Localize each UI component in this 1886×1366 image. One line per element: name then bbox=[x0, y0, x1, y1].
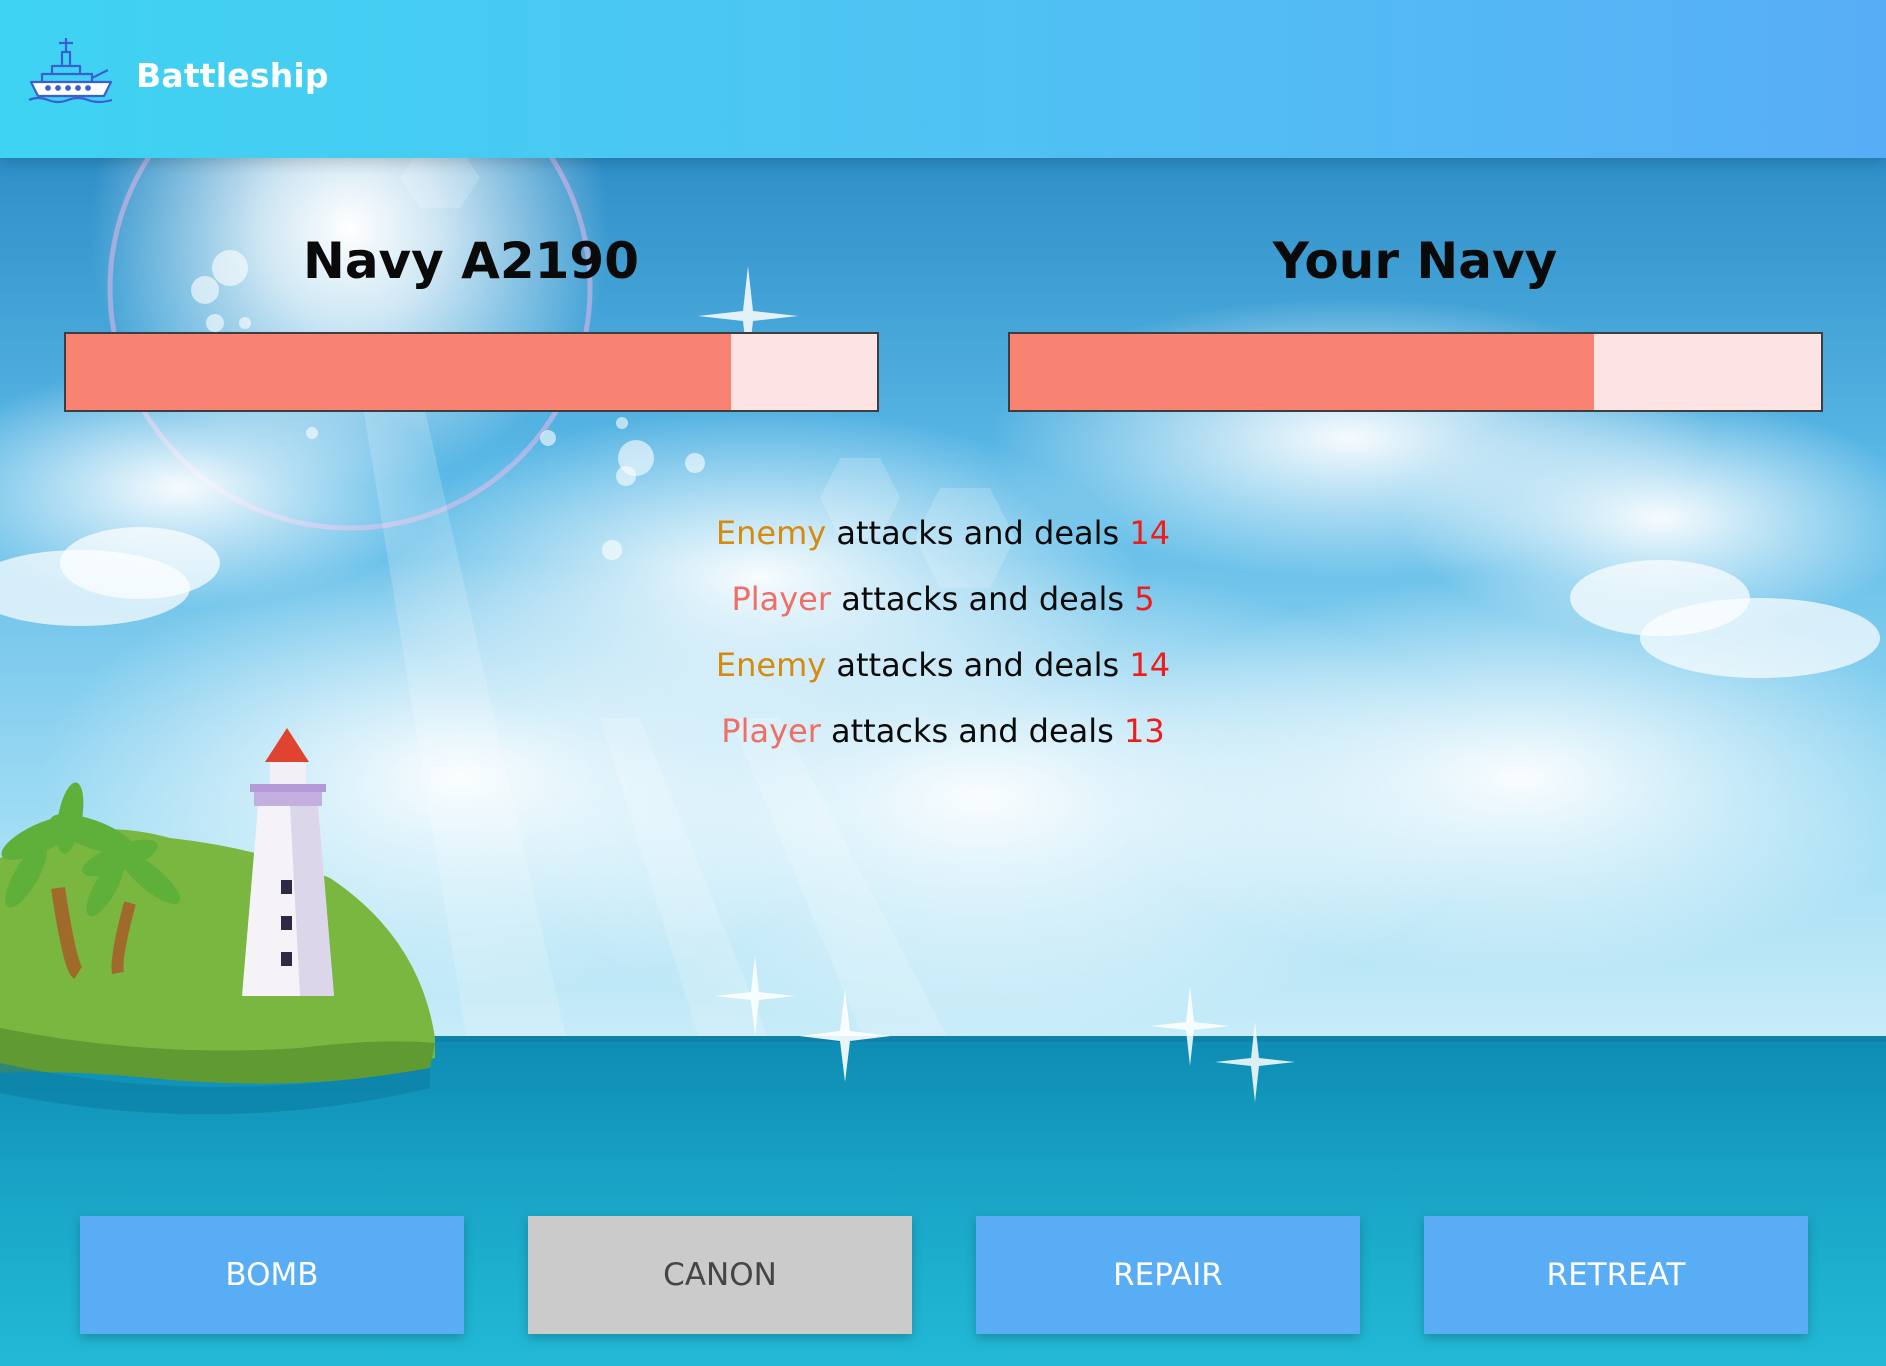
battle-log: Enemy attacks and deals 14 Player attack… bbox=[543, 508, 1343, 772]
log-entry: Player attacks and deals 5 bbox=[543, 574, 1343, 640]
canon-button[interactable]: CANON bbox=[528, 1216, 912, 1334]
log-damage: 13 bbox=[1124, 712, 1165, 750]
retreat-button[interactable]: RETREAT bbox=[1424, 1216, 1808, 1334]
log-actor: Enemy bbox=[715, 514, 827, 552]
player-health-bar bbox=[1008, 332, 1823, 412]
log-entry: Enemy attacks and deals 14 bbox=[543, 508, 1343, 574]
log-damage: 5 bbox=[1134, 580, 1155, 618]
log-entry: Player attacks and deals 13 bbox=[543, 706, 1343, 772]
enemy-navy-name: Navy A2190 bbox=[302, 232, 640, 290]
player-health-fill bbox=[1010, 334, 1594, 410]
player-navy-name: Your Navy bbox=[1272, 232, 1558, 290]
log-text: attacks and deals bbox=[820, 712, 1125, 750]
log-damage: 14 bbox=[1129, 646, 1171, 684]
app-header: Battleship bbox=[0, 0, 1886, 158]
log-actor: Player bbox=[721, 712, 821, 750]
log-text: attacks and deals bbox=[826, 646, 1130, 684]
battleship-icon bbox=[28, 38, 113, 104]
log-damage: 14 bbox=[1129, 514, 1171, 552]
bomb-button[interactable]: BOMB bbox=[80, 1216, 464, 1334]
app-title: Battleship bbox=[136, 56, 329, 95]
log-text: attacks and deals bbox=[831, 580, 1135, 618]
log-actor: Player bbox=[731, 580, 832, 618]
enemy-health-fill bbox=[66, 334, 732, 410]
repair-button[interactable]: REPAIR bbox=[976, 1216, 1360, 1334]
log-actor: Enemy bbox=[715, 646, 827, 684]
log-entry: Enemy attacks and deals 14 bbox=[543, 640, 1343, 706]
log-text: attacks and deals bbox=[826, 514, 1130, 552]
enemy-health-bar bbox=[64, 332, 879, 412]
